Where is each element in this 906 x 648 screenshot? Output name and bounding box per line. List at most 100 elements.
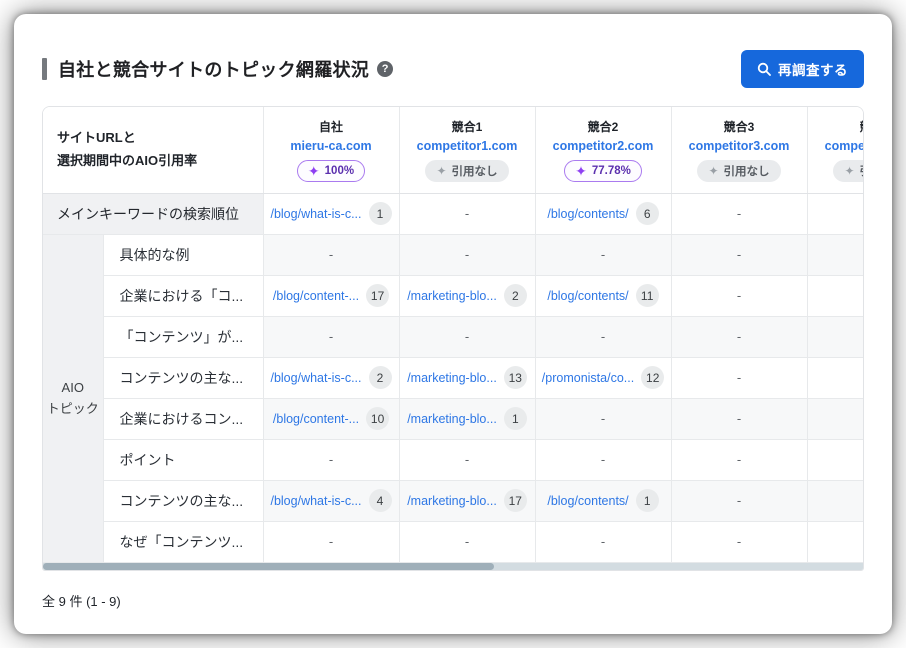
path-link[interactable]: /promonista/co... (542, 371, 634, 385)
data-cell: /marketing-blo... 2 (399, 275, 536, 317)
site-column-label: 競合2 (587, 119, 619, 134)
empty-placeholder: - (464, 328, 470, 344)
result-count: 全 9 件 (1 - 9) (42, 593, 121, 609)
path-link[interactable]: /blog/what-is-c... (270, 207, 361, 221)
corner-header-line2: 選択期間中のAIO引用率 (57, 152, 198, 168)
path-link[interactable]: /blog/contents/ (547, 494, 628, 508)
path-link[interactable]: /blog/content-... (273, 412, 359, 426)
cell-content: /blog/contents/1 (547, 489, 659, 512)
badge-text: 77.78% (591, 164, 631, 177)
data-cell: - (535, 234, 672, 276)
card-header: 自社と競合サイトのトピック網羅状況 ? 再調査する (42, 50, 864, 88)
empty-placeholder: - (736, 492, 742, 508)
citation-count-badge: 13 (503, 366, 527, 389)
topic-label: 企業における「コ... (103, 275, 264, 317)
data-cell: /promonista/co... 12 (535, 357, 672, 399)
site-domain-link[interactable]: competitor4.com (808, 139, 863, 153)
cell-content: /blog/what-is-c... 1 (270, 202, 392, 225)
path-link[interactable]: /marketing-blo... (407, 412, 497, 426)
data-cell: /blog/contents/11 (535, 275, 672, 317)
data-cell: - (671, 316, 808, 358)
data-cell: /marketing-blo... 1 (399, 398, 536, 440)
site-column-header: 自社 mieru-ca.com ✦ 100% (263, 107, 400, 194)
site-domain-link[interactable]: competitor1.com (400, 139, 535, 153)
site-domain-link[interactable]: competitor2.com (536, 139, 671, 153)
citation-rate-badge: ✦ 77.78% (564, 159, 642, 182)
sparkle-icon: ✦ (575, 162, 587, 179)
data-cell: - (671, 521, 808, 563)
path-link[interactable]: /blog/contents/ (547, 207, 628, 221)
sparkle-icon: ✦ (844, 163, 855, 178)
citation-count-badge: 2 (503, 284, 527, 307)
topic-label: 具体的な例 (103, 234, 264, 276)
topic-row: 企業における「コ... /blog/content-... 17/marketing… (43, 275, 863, 317)
main-keyword-row: メインキーワードの検索順位/blog/what-is-c... 1 - /blog/c… (43, 193, 863, 235)
empty-placeholder: - (464, 205, 470, 221)
site-domain-link[interactable]: mieru-ca.com (264, 139, 399, 153)
badge-text: 引用なし (860, 163, 863, 179)
path-link[interactable]: /blog/contents/ (547, 289, 628, 303)
site-column-header: 競合4 competitor4.com ✦ 引用なし (807, 107, 863, 194)
data-cell: - (671, 480, 808, 522)
path-link[interactable]: /marketing-blo... (407, 494, 497, 508)
citation-count-badge: 6 (635, 202, 659, 225)
data-cell: - (807, 193, 863, 235)
citation-count-badge: 12 (641, 366, 665, 389)
empty-placeholder: - (464, 451, 470, 467)
citation-count-badge: 1 (368, 202, 392, 225)
site-column-label: 競合4 (808, 118, 863, 135)
citation-count-badge: 1 (635, 489, 659, 512)
empty-placeholder: - (736, 328, 742, 344)
research-button-label: 再調査する (778, 63, 848, 78)
data-cell: - (807, 439, 863, 481)
horizontal-scrollbar-thumb[interactable] (43, 562, 494, 570)
citation-count-badge: 2 (368, 366, 392, 389)
data-cell: - (535, 439, 672, 481)
badge-text: 引用なし (451, 165, 498, 178)
data-cell: /blog/what-is-c... 4 (263, 480, 400, 522)
data-cell: - (807, 234, 863, 276)
badge-text: 引用なし (723, 165, 770, 178)
site-column-label: 自社 (318, 119, 343, 134)
topic-label: 企業におけるコン... (103, 398, 264, 440)
data-cell: /blog/content-... 10 (263, 398, 400, 440)
path-link[interactable]: /marketing-blo... (407, 371, 497, 385)
path-link[interactable]: /blog/what-is-c... (270, 371, 361, 385)
path-link[interactable]: /blog/content-... (273, 289, 359, 303)
topic-label: コンテンツの主な... (103, 357, 264, 399)
data-cell: - (399, 521, 536, 563)
topic-row: 「コンテンツ」が... - - - - - (43, 316, 863, 358)
empty-placeholder: - (328, 533, 334, 549)
data-cell: /blog/content-... 17 (263, 275, 400, 317)
research-button[interactable]: 再調査する (741, 50, 864, 88)
topic-row: コンテンツの主な... /blog/what-is-c... 2/marketing… (43, 357, 863, 399)
data-cell: - (807, 398, 863, 440)
data-cell: - (399, 316, 536, 358)
badge-text: 100% (324, 164, 355, 177)
data-cell: /blog/what-is-c... 1 (263, 193, 400, 235)
title-accent-bar (42, 58, 47, 80)
search-icon (757, 62, 771, 76)
citation-rate-badge: ✦ 100% (296, 159, 366, 182)
cell-content: /promonista/co... 12 (542, 366, 665, 389)
no-citation-badge: ✦ 引用なし (833, 159, 863, 182)
site-column-header: 競合1 competitor1.com ✦ 引用なし (399, 107, 536, 194)
path-link[interactable]: /blog/what-is-c... (270, 494, 361, 508)
path-link[interactable]: /marketing-blo... (407, 289, 497, 303)
empty-placeholder: - (736, 451, 742, 467)
horizontal-scrollbar[interactable] (43, 562, 863, 570)
data-cell: - (535, 316, 672, 358)
data-cell: /marketing-blo... 17 (399, 480, 536, 522)
help-icon[interactable]: ? (377, 61, 394, 77)
site-domain-link[interactable]: competitor3.com (672, 139, 807, 153)
citation-count-badge: 10 (366, 407, 390, 430)
cell-content: /blog/what-is-c... 4 (270, 489, 392, 512)
data-cell: - (807, 316, 863, 358)
empty-placeholder: - (464, 246, 470, 262)
main-keyword-label: メインキーワードの検索順位 (43, 193, 264, 235)
cell-content: /blog/what-is-c... 2 (270, 366, 392, 389)
empty-placeholder: - (736, 533, 742, 549)
topic-coverage-table: サイトURLと 選択期間中のAIO引用率 自社 mieru-ca.com ✦ 100%… (43, 107, 863, 563)
topic-label: コンテンツの主な... (103, 480, 264, 522)
data-cell: - (399, 234, 536, 276)
